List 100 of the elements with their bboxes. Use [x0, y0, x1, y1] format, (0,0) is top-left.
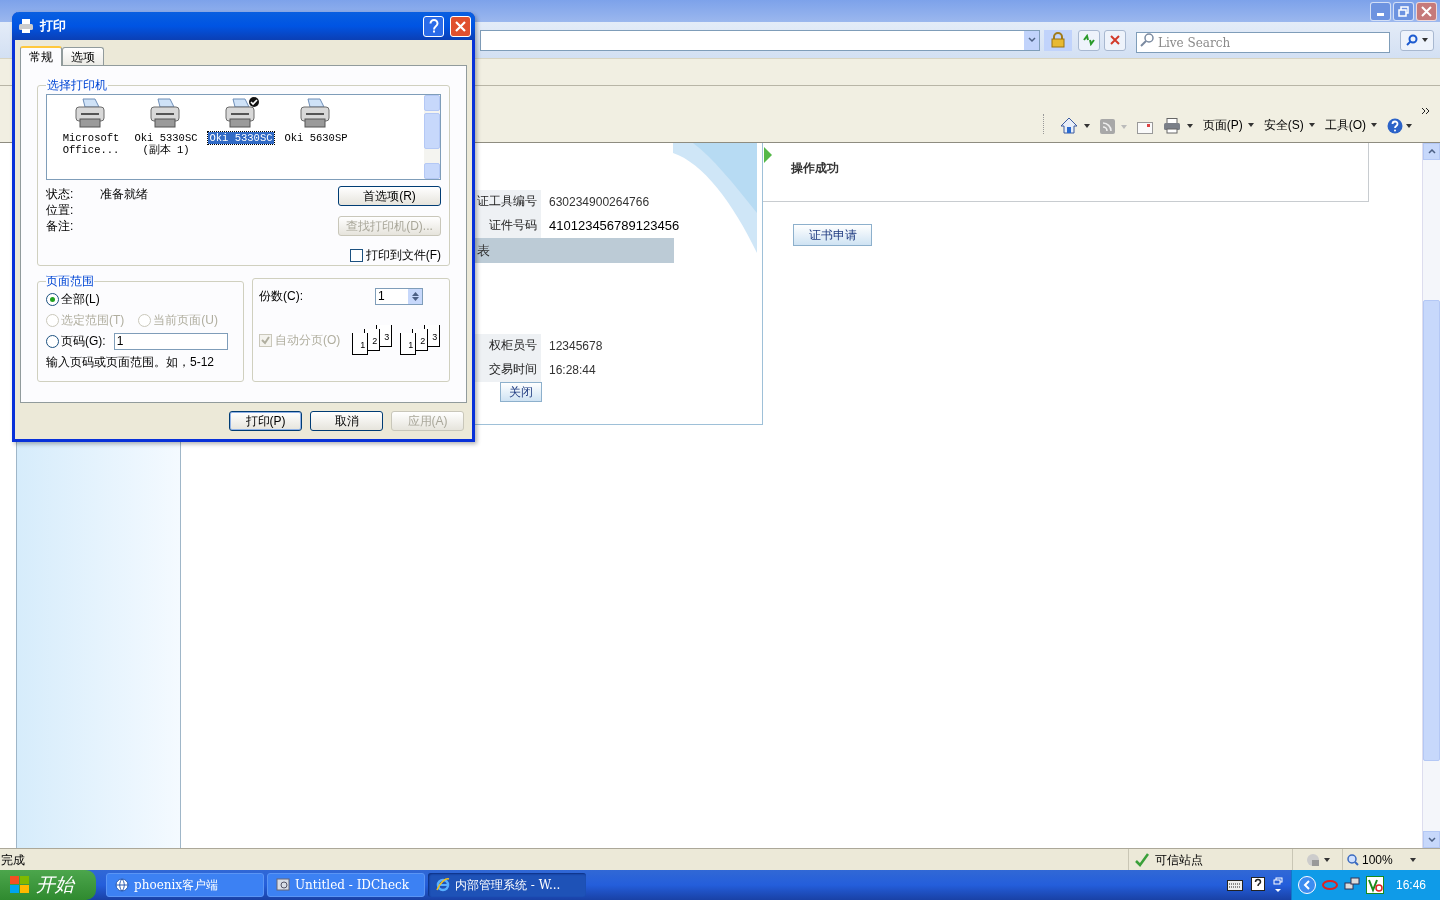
info-label: 位置: — [46, 202, 75, 218]
group-title: 选择打印机 — [46, 77, 108, 94]
printer-item[interactable]: Microsoft Office... — [55, 132, 127, 156]
browser-icon — [436, 878, 450, 892]
dialog-button[interactable]: 取消 — [310, 411, 383, 431]
printer-item[interactable]: Oki 5330SC (副本 1) — [130, 132, 202, 156]
stop-button[interactable] — [1104, 29, 1126, 51]
minimize-button[interactable] — [1370, 1, 1391, 21]
protected-mode-icon — [1305, 852, 1320, 867]
restore-icon — [1398, 5, 1409, 17]
chevron-icon — [1422, 108, 1430, 114]
help-button[interactable] — [423, 15, 444, 37]
start-button[interactable]: 开始 — [0, 870, 96, 900]
printer-item[interactable]: Oki 5330SC — [208, 132, 274, 144]
section-header: 表 — [475, 238, 674, 263]
app-icon — [276, 878, 290, 892]
collate-drawing: 1 2 3 — [400, 325, 443, 355]
app-icon — [1365, 876, 1384, 894]
print-button[interactable] — [1162, 118, 1193, 134]
stop-icon — [1110, 35, 1120, 45]
caret-icon — [1247, 123, 1254, 127]
field-value: 16:28:44 — [548, 362, 596, 379]
caret-icon — [1409, 857, 1416, 862]
taskbar-button[interactable]: Untitled - IDCheck — [267, 873, 425, 897]
search-icon — [1406, 34, 1418, 46]
mail-button[interactable] — [1136, 122, 1153, 134]
scroll-up-icon[interactable] — [1427, 149, 1436, 154]
dialog-title: 打印 — [40, 17, 67, 36]
refresh-button[interactable] — [1078, 29, 1100, 51]
scroll-thumb[interactable] — [1423, 300, 1440, 761]
caret-icon — [1371, 123, 1377, 127]
clock: 16:46 — [1395, 877, 1426, 894]
help-icon — [1387, 118, 1403, 134]
feed-icon — [1099, 119, 1115, 134]
close-button[interactable] — [1416, 1, 1437, 21]
minimize-icon — [1377, 12, 1384, 16]
radio-button[interactable] — [46, 334, 59, 348]
command-menu[interactable]: 工具(O) — [1324, 116, 1377, 134]
info-label: 备注: — [46, 218, 75, 234]
close-icon — [455, 20, 466, 32]
pages-field[interactable]: 1 — [113, 332, 228, 350]
checkbox[interactable] — [349, 248, 363, 262]
certificate-button[interactable]: 证书申请 — [793, 224, 872, 246]
printer-icon — [18, 18, 34, 34]
globe-icon — [115, 878, 129, 892]
close-button[interactable] — [450, 15, 471, 37]
radio-label: 选定范围(T) — [61, 312, 125, 329]
caret-icon — [1422, 38, 1428, 42]
restore-icon — [1272, 877, 1283, 893]
address-field[interactable] — [480, 29, 1040, 51]
radio-label: 页码(G): — [61, 333, 106, 350]
arrow-icon — [763, 147, 773, 163]
taskbar-button[interactable]: 内部管理系统 - W... — [428, 873, 586, 897]
radio-label: 当前页面(U) — [153, 312, 218, 329]
field-value: 410123456789123456 — [548, 217, 680, 236]
swirl-icon — [1321, 879, 1338, 891]
command-menu[interactable]: 安全(S) — [1263, 116, 1315, 134]
dropdown-icon — [1024, 30, 1039, 50]
chevron-icon — [1297, 876, 1316, 894]
scroll-down-icon[interactable] — [1427, 837, 1436, 842]
security-zone: 可信站点 — [1155, 851, 1203, 869]
printer-item[interactable]: Oki 5630SP — [283, 132, 349, 144]
dialog-tab[interactable]: 常规 — [20, 46, 62, 66]
zoom-icon — [1347, 853, 1359, 866]
field-value: 630234900264766 — [548, 194, 650, 211]
home-button[interactable] — [1059, 117, 1090, 134]
info-label: 状态: — [46, 186, 75, 202]
copies-spinner[interactable]: 1 — [375, 287, 423, 305]
checkbox-label: 自动分页(O) — [275, 332, 341, 349]
network-icon — [1343, 877, 1360, 893]
home-icon — [1059, 117, 1078, 134]
status-text: 完成 — [0, 851, 26, 869]
windows-logo-icon — [10, 876, 30, 894]
copies-label: 份数(C): — [259, 288, 303, 305]
close-icon — [1421, 5, 1432, 17]
caret-icon — [1120, 124, 1127, 129]
keyboard-icon — [1226, 879, 1243, 891]
command-menu[interactable]: 页面(P) — [1202, 116, 1254, 134]
search-field[interactable]: Live Search — [1136, 32, 1390, 53]
hint-text: 输入页码或页面范围。如，5-12 — [46, 354, 216, 371]
taskbar-button[interactable]: phoenix客户端 — [106, 873, 264, 897]
dialog-button[interactable]: 打印(P) — [229, 411, 302, 431]
search-icon — [1140, 32, 1154, 47]
search-button[interactable] — [1400, 29, 1434, 51]
preferences-button[interactable]: 首选项(R) — [338, 186, 441, 206]
info-value: 准备就绪 — [100, 186, 148, 202]
success-message: 操作成功 — [791, 160, 839, 177]
field-label: 权柜员号 — [475, 334, 541, 358]
collate-drawing: 1 2 3 — [352, 325, 395, 355]
help-button[interactable] — [1387, 118, 1412, 134]
close-button[interactable]: 关闭 — [500, 382, 542, 402]
radio-button[interactable] — [46, 292, 59, 306]
printer-icon — [1162, 118, 1181, 134]
restore-button[interactable] — [1393, 1, 1414, 21]
dialog-tab[interactable]: 选项 — [62, 47, 104, 65]
field-label: 交易时间 — [475, 358, 541, 382]
caret-icon — [1186, 124, 1193, 128]
caret-icon — [1308, 123, 1315, 127]
field-label: 证工具编号 — [475, 190, 541, 214]
field-value: 12345678 — [548, 338, 603, 355]
